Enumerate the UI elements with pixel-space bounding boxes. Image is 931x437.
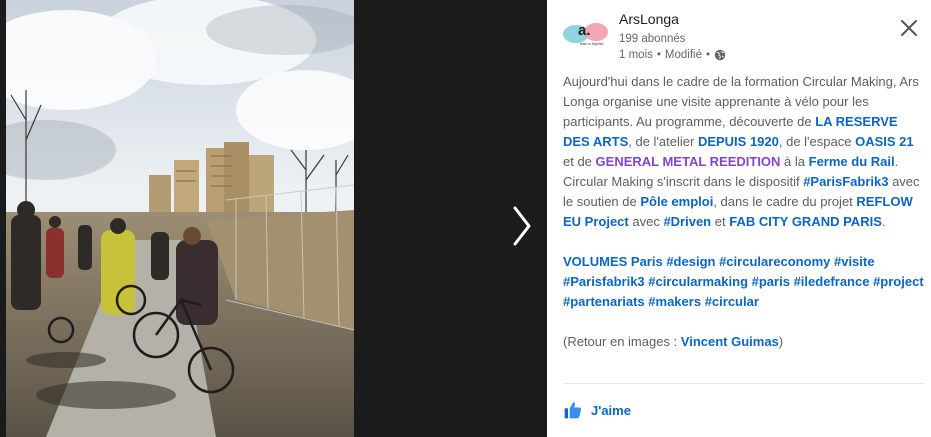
next-image-button[interactable] <box>505 200 539 252</box>
divider <box>563 383 925 384</box>
globe-icon <box>714 49 726 61</box>
mention-vincent-guimas[interactable]: Vincent Guimas <box>681 334 779 349</box>
thumbs-up-icon <box>564 402 581 419</box>
photo-illustration <box>6 0 354 437</box>
hashtags-paragraph: VOLUMES Paris #design #circulareconomy #… <box>563 252 927 312</box>
hashtag[interactable]: #circular <box>705 294 759 309</box>
hashtag-driven[interactable]: #Driven <box>663 214 711 229</box>
hashtag[interactable]: #iledefrance <box>794 274 870 289</box>
mention-volumes-paris[interactable]: VOLUMES Paris <box>563 254 663 269</box>
mention-general-metal-reedition[interactable]: GENERAL METAL REEDITION <box>596 154 781 169</box>
close-button[interactable] <box>898 17 920 39</box>
post-text: Aujourd'hui dans le cadre de la formatio… <box>563 72 927 352</box>
hashtag[interactable]: #circulareconomy <box>719 254 830 269</box>
mention-depuis-1920[interactable]: DEPUIS 1920 <box>698 134 779 149</box>
org-name[interactable]: ArsLonga <box>619 11 679 27</box>
hashtag[interactable]: #project <box>873 274 924 289</box>
hashtag[interactable]: #Parisfabrik3 <box>563 274 645 289</box>
hashtag[interactable]: #partenariats <box>563 294 645 309</box>
mention-fab-city-grand-paris[interactable]: FAB CITY GRAND PARIS <box>729 214 882 229</box>
text-run: avec <box>628 214 664 229</box>
logo-tagline: learn to inspired <box>580 42 604 46</box>
image-viewer <box>0 0 547 437</box>
mention-ferme-du-rail[interactable]: Ferme du Rail <box>809 154 895 169</box>
hashtag[interactable]: #circularmaking <box>648 274 748 289</box>
text-run: , de l'espace <box>778 134 856 149</box>
text-run: ) <box>778 334 784 349</box>
hashtag[interactable]: #paris <box>752 274 790 289</box>
credit-paragraph: (Retour en images : Vincent Guimas) <box>563 332 927 352</box>
text-run: et de <box>563 154 596 169</box>
edited-label: Modifié <box>664 49 702 61</box>
text-run: à la <box>780 154 809 169</box>
org-avatar[interactable]: a. learn to inspired <box>562 13 608 49</box>
text-run: et <box>711 214 730 229</box>
hashtag[interactable]: #makers <box>648 294 701 309</box>
like-label: J'aime <box>591 402 631 418</box>
arslonga-logo: a. learn to inspired <box>563 22 608 46</box>
meta-separator: • <box>656 49 661 61</box>
hashtag[interactable]: #visite <box>834 254 874 269</box>
post-meta: 1 mois • Modifié • <box>619 49 726 61</box>
post-photo[interactable] <box>6 0 354 437</box>
post-paragraph: Aujourd'hui dans le cadre de la formatio… <box>563 72 927 232</box>
mention-pole-emploi[interactable]: Pôle emploi <box>640 194 713 209</box>
post-panel: a. learn to inspired ArsLonga 199 abonné… <box>547 0 931 437</box>
mention-oasis-21[interactable]: OASIS 21 <box>855 134 914 149</box>
hashtag[interactable]: #design <box>666 254 715 269</box>
close-icon <box>901 20 917 36</box>
followers-count: 199 abonnés <box>619 33 686 45</box>
text-run: . <box>881 214 886 229</box>
meta-separator-2: • <box>705 49 711 61</box>
chevron-right-icon <box>513 206 531 246</box>
like-button[interactable]: J'aime <box>563 400 631 420</box>
text-run: (Retour en images : <box>563 334 681 349</box>
hashtag-parisfabrik3[interactable]: #ParisFabrik3 <box>803 174 888 189</box>
text-run: , de l'atelier <box>628 134 698 149</box>
post-time: 1 mois <box>619 49 653 61</box>
logo-letter: a. <box>578 22 591 39</box>
text-run: , dans le cadre du projet <box>713 194 857 209</box>
